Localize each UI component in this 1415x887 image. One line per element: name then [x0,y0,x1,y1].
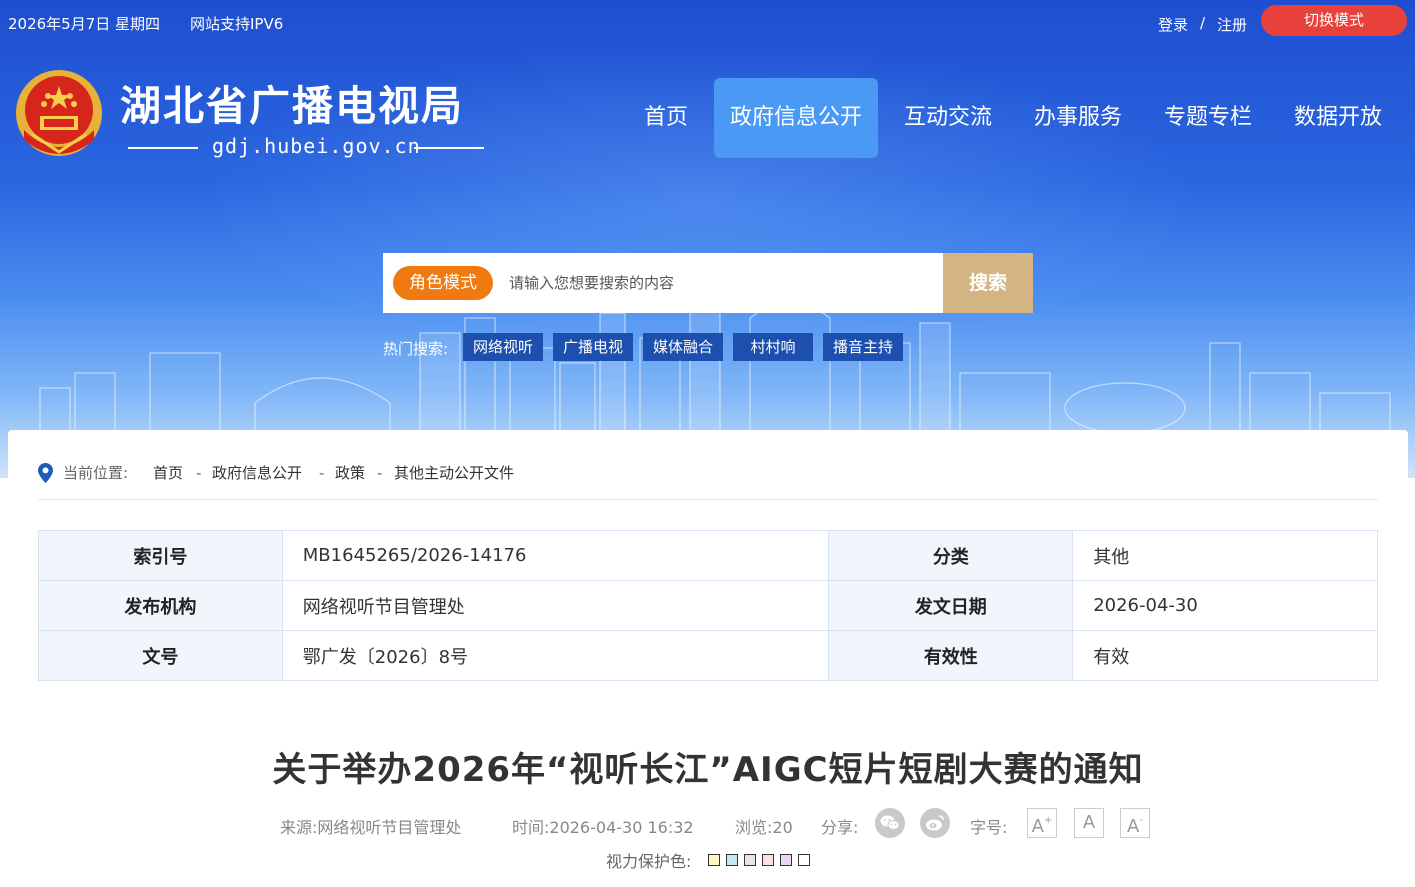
breadcrumb-label: 当前位置: [63,464,129,482]
search-input[interactable] [509,263,929,303]
nav-item-gov-info[interactable]: 政府信息公开 [714,78,878,158]
table-row: 索引号 MB1645265/2026-14176 分类 其他 [38,530,1378,581]
search-button[interactable]: 搜索 [943,253,1033,313]
meta-value: 网络视听节目管理处 [281,580,830,631]
breadcrumb-separator: - [196,464,202,482]
eye-color-swatch[interactable] [726,854,738,866]
breadcrumb-other-files[interactable]: 其他主动公开文件 [394,462,514,484]
meta-key: 发布机构 [38,580,283,631]
nav-item-topics[interactable]: 专题专栏 [1150,78,1266,158]
meta-value: 2026-04-30 [1072,580,1378,631]
eye-protection-bar: 视力保护色: [8,848,1408,871]
current-date: 2026年5月7日 星期四 [8,15,161,33]
breadcrumb-home[interactable]: 首页 [153,462,183,484]
font-decrease-button[interactable]: A- [1120,808,1150,838]
site-title: 湖北省广播电视局 [120,82,464,130]
header-banner: 2026年5月7日 星期四 网站支持IPV6 登录 / 注册 切换模式 湖北省广… [0,0,1415,478]
font-decrease-glyph: A [1127,816,1140,837]
document-meta-table: 索引号 MB1645265/2026-14176 分类 其他 发布机构 网络视听… [38,530,1378,681]
font-increase-button[interactable]: A+ [1027,808,1057,838]
location-pin-icon [38,463,53,483]
breadcrumb-gov-info[interactable]: 政府信息公开 [212,462,302,484]
breadcrumb-separator: - [377,464,383,482]
register-link[interactable]: 注册 [1217,14,1247,35]
article-source: 来源:网络视听节目管理处 [280,818,462,837]
ipv6-notice: 网站支持IPV6 [190,15,284,33]
meta-key: 有效性 [828,630,1074,681]
breadcrumb-divider [38,499,1378,500]
share-label: 分享: [821,818,859,837]
meta-value: 鄂广发〔2026〕8号 [281,630,830,681]
login-link[interactable]: 登录 [1158,14,1188,35]
font-default-glyph: A [1082,812,1096,833]
eye-protection-label: 视力保护色: [606,852,692,871]
role-mode-button[interactable]: 角色模式 [393,266,493,300]
nav-item-services[interactable]: 办事服务 [1020,78,1136,158]
table-row: 文号 鄂广发〔2026〕8号 有效性 有效 [38,630,1378,681]
eye-color-swatch[interactable] [708,854,720,866]
font-size-label: 字号: [970,818,1008,837]
nav-item-home[interactable]: 首页 [630,78,702,158]
article-info-bar: 来源:网络视听节目管理处 时间:2026-04-30 16:32 浏览:20 分… [8,808,1408,844]
eye-color-swatch[interactable] [798,854,810,866]
nav-item-open-data[interactable]: 数据开放 [1280,78,1396,158]
meta-value: 其他 [1072,530,1378,581]
top-bar: 2026年5月7日 星期四 网站支持IPV6 登录 / 注册 切换模式 [0,0,1415,44]
meta-key: 文号 [38,630,283,681]
breadcrumb-policy[interactable]: 政策 [335,462,365,484]
content-card: 当前位置: 首页 - 政府信息公开 - 政策 - 其他主动公开文件 索引号 MB… [8,430,1408,887]
article-views: 浏览:20 [735,818,793,837]
breadcrumb-separator: - [319,464,325,482]
meta-value: MB1645265/2026-14176 [281,530,830,581]
hot-tag[interactable]: 媒体融合 [643,333,723,361]
meta-key: 索引号 [38,530,283,581]
article-title: 关于举办2026年“视听长江”AIGC短片短剧大赛的通知 [272,750,1144,790]
font-increase-glyph: A [1031,816,1044,837]
city-skyline-illustration [39,297,1391,433]
article-time: 时间:2026-04-30 16:32 [512,818,694,837]
domain-decor-line [414,147,484,149]
meta-key: 分类 [828,530,1074,581]
login-separator: / [1200,14,1206,32]
domain-decor-line [128,147,198,149]
meta-key: 发文日期 [828,580,1074,631]
search-box: 角色模式 搜索 [383,253,1033,313]
wechat-share-icon[interactable] [875,808,905,838]
eye-color-swatch[interactable] [744,854,756,866]
hot-tag[interactable]: 村村响 [733,333,813,361]
table-row: 发布机构 网络视听节目管理处 发文日期 2026-04-30 [38,580,1378,631]
hot-tag[interactable]: 播音主持 [823,333,903,361]
hot-searches-label: 热门搜索: [383,340,449,358]
switch-mode-button[interactable]: 切换模式 [1261,5,1407,36]
meta-value: 有效 [1072,630,1378,681]
national-emblem-icon [16,70,102,156]
hot-tag[interactable]: 网络视听 [463,333,543,361]
hot-tag[interactable]: 广播电视 [553,333,633,361]
font-default-button[interactable]: A [1074,808,1104,838]
nav-item-interaction[interactable]: 互动交流 [890,78,1006,158]
eye-color-swatch[interactable] [780,854,792,866]
weibo-share-icon[interactable] [920,808,950,838]
eye-color-swatch[interactable] [762,854,774,866]
site-domain: gdj.hubei.gov.cn [212,134,421,158]
